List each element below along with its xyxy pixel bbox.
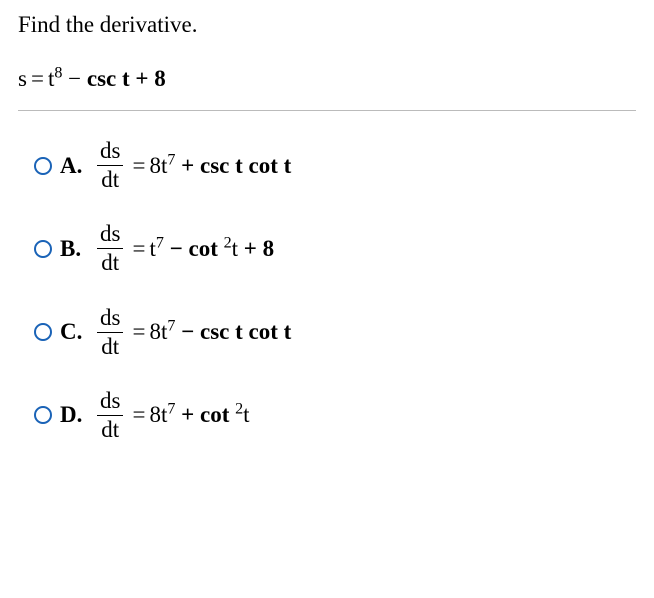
frac-den: dt <box>97 415 123 442</box>
frac-num: ds <box>96 139 124 165</box>
frac-den: dt <box>97 332 123 359</box>
divider <box>18 110 636 111</box>
radio-icon[interactable] <box>34 323 52 341</box>
equals: = <box>132 319 145 344</box>
fraction-dsdt: ds dt <box>96 306 124 359</box>
radio-icon[interactable] <box>34 157 52 175</box>
frac-den: dt <box>97 165 123 192</box>
option-a[interactable]: A. ds dt =8t7 + csc t cot t <box>34 139 636 192</box>
tail: + 8 <box>238 236 274 261</box>
coef: 8t <box>149 319 167 344</box>
frac-num: ds <box>96 306 124 332</box>
option-math: ds dt =8t7 + csc t cot t <box>94 139 291 192</box>
mid: − cot <box>164 236 224 261</box>
given-equation: s=t8 − csc t + 8 <box>18 66 636 92</box>
exp2: 2 <box>224 234 232 251</box>
exp: 7 <box>156 234 164 251</box>
afterexp: t <box>243 402 249 427</box>
equals: = <box>132 402 145 427</box>
rest: + csc t cot t <box>175 153 291 178</box>
radio-icon[interactable] <box>34 406 52 424</box>
question-prompt: Find the derivative. <box>18 12 636 38</box>
option-letter: A. <box>60 153 94 179</box>
options-list: A. ds dt =8t7 + csc t cot t B. ds dt <box>18 139 636 442</box>
frac-num: ds <box>96 222 124 248</box>
rest: − csc t cot t <box>175 319 291 344</box>
equals: = <box>132 236 145 261</box>
eq-equals: = <box>31 66 44 91</box>
eq-plus8: + 8 <box>130 66 166 91</box>
equals: = <box>132 153 145 178</box>
option-math: ds dt =8t7 − csc t cot t <box>94 306 291 359</box>
option-letter: C. <box>60 319 94 345</box>
eq-csc: csc t <box>87 66 130 91</box>
option-d[interactable]: D. ds dt =8t7 + cot 2t <box>34 389 636 442</box>
option-letter: D. <box>60 402 94 428</box>
eq-lhs: s <box>18 66 27 91</box>
radio-icon[interactable] <box>34 240 52 258</box>
fraction-dsdt: ds dt <box>96 222 124 275</box>
exp2: 2 <box>235 401 243 418</box>
fraction-dsdt: ds dt <box>96 139 124 192</box>
fraction-dsdt: ds dt <box>96 389 124 442</box>
frac-num: ds <box>96 389 124 415</box>
option-math: ds dt =t7 − cot 2t + 8 <box>94 222 274 275</box>
option-b[interactable]: B. ds dt =t7 − cot 2t + 8 <box>34 222 636 275</box>
coef: 8t <box>149 402 167 427</box>
option-c[interactable]: C. ds dt =8t7 − csc t cot t <box>34 306 636 359</box>
coef: 8t <box>149 153 167 178</box>
eq-minus: − <box>62 66 86 91</box>
option-letter: B. <box>60 236 94 262</box>
frac-den: dt <box>97 248 123 275</box>
option-math: ds dt =8t7 + cot 2t <box>94 389 250 442</box>
mid: + cot <box>175 402 235 427</box>
